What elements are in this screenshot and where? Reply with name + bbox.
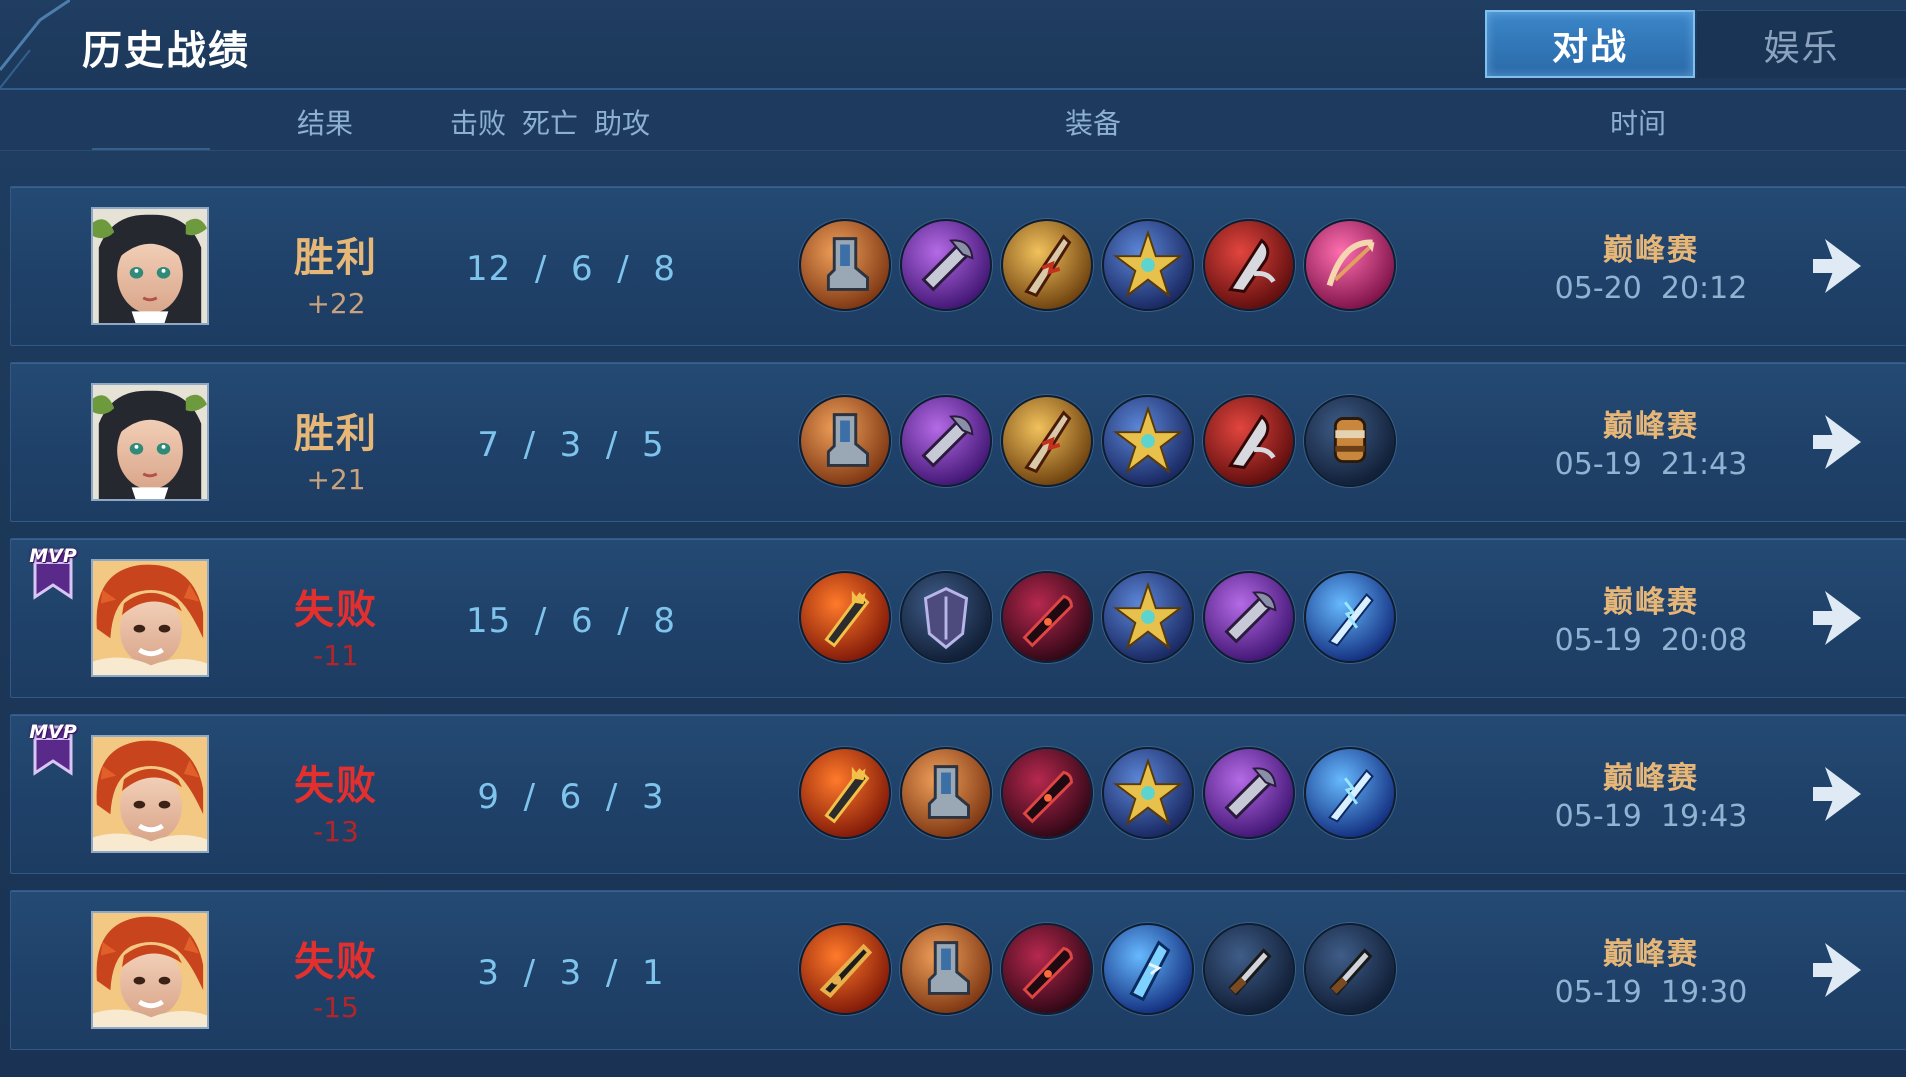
score-change: -13: [313, 815, 359, 848]
gold-star-blade-icon[interactable]: [1102, 219, 1194, 311]
kda-value: 3 / 3 / 1: [477, 953, 665, 993]
game-mode: 巅峰赛: [1603, 761, 1699, 796]
gold-crown-sword-icon[interactable]: [799, 747, 891, 839]
match-time: 05-19 19:43: [1554, 799, 1748, 834]
boots-icon[interactable]: [900, 747, 992, 839]
crimson-blade-icon[interactable]: [1001, 747, 1093, 839]
match-history-screen: 历史战绩 对战 娱乐 结果 击败 死亡 助攻 装备 时间 胜利 +22 12 / 6…: [0, 0, 1906, 1077]
mvp-label: MVP: [29, 721, 77, 743]
kda-value: 7 / 3 / 5: [477, 425, 665, 465]
detail-arrow-icon[interactable]: [1811, 231, 1871, 301]
equipment-list: [799, 747, 1405, 843]
column-header-bar: 结果 击败 死亡 助攻 装备 时间: [0, 90, 1906, 151]
score-change: +22: [306, 287, 366, 320]
kda-value: 12 / 6 / 8: [466, 249, 676, 289]
match-row[interactable]: 失败 -15 3 / 3 / 1 巅峰赛 05-19 19:30: [10, 890, 1906, 1050]
mvp-label: MVP: [29, 545, 77, 567]
column-kill: 击败: [450, 107, 507, 140]
gold-sword-icon[interactable]: [799, 923, 891, 1015]
result-label: 胜利: [294, 411, 378, 457]
match-time: 05-19 20:08: [1554, 623, 1748, 658]
kda-value: 15 / 6 / 8: [466, 601, 676, 641]
top-bar: 历史战绩 对战 娱乐: [0, 0, 1906, 90]
hero-redhair-portrait: [91, 559, 209, 677]
match-row[interactable]: 胜利 +21 7 / 3 / 5 巅峰赛 05-19 21:43: [10, 362, 1906, 522]
crimson-blade-icon[interactable]: [1001, 923, 1093, 1015]
score-change: -11: [313, 639, 359, 672]
corner-ornament-icon: [0, 0, 70, 88]
ice-blade-icon[interactable]: [1102, 923, 1194, 1015]
game-mode: 巅峰赛: [1603, 937, 1699, 972]
hero-redhair-portrait: [91, 735, 209, 853]
score-change: +21: [306, 463, 366, 496]
iron-dagger-icon[interactable]: [1304, 923, 1396, 1015]
match-time: 05-20 20:12: [1554, 271, 1748, 306]
dark-armor-icon[interactable]: [900, 571, 992, 663]
hero-girl-portrait: [91, 383, 209, 501]
match-row[interactable]: MVP 失败 -11 15 / 6 / 8 巅峰赛 05-19 20:08: [10, 538, 1906, 698]
tab-battle[interactable]: 对战: [1485, 10, 1695, 78]
kda-value: 9 / 6 / 3: [477, 777, 665, 817]
column-result: 结果: [297, 107, 354, 140]
tab-entertainment[interactable]: 娱乐: [1697, 10, 1906, 78]
game-mode: 巅峰赛: [1603, 233, 1699, 268]
equipment-list: [799, 219, 1405, 315]
result-label: 失败: [294, 587, 378, 633]
red-claw-icon[interactable]: [1203, 395, 1295, 487]
column-equipment: 装备: [1065, 107, 1122, 140]
gauntlet-icon[interactable]: [1304, 395, 1396, 487]
detail-arrow-icon[interactable]: [1811, 759, 1871, 829]
detail-arrow-icon[interactable]: [1811, 583, 1871, 653]
crimson-blade-icon[interactable]: [1001, 571, 1093, 663]
result-label: 失败: [294, 763, 378, 809]
mvp-badge: MVP: [25, 713, 81, 777]
column-assist: 助攻: [594, 107, 651, 140]
match-row[interactable]: 胜利 +22 12 / 6 / 8 巅峰赛 05-20 20:12: [10, 186, 1906, 346]
purple-axe-icon[interactable]: [900, 395, 992, 487]
equipment-list: [799, 395, 1405, 491]
detail-arrow-icon[interactable]: [1811, 407, 1871, 477]
equipment-list: [799, 923, 1405, 1019]
score-change: -15: [313, 991, 359, 1024]
match-time: 05-19 19:30: [1554, 975, 1748, 1010]
game-mode: 巅峰赛: [1603, 409, 1699, 444]
purple-axe-icon[interactable]: [1203, 571, 1295, 663]
boots-icon[interactable]: [799, 395, 891, 487]
result-label: 失败: [294, 939, 378, 985]
result-label: 胜利: [294, 235, 378, 281]
hero-girl-portrait: [91, 207, 209, 325]
red-claw-icon[interactable]: [1203, 219, 1295, 311]
gold-star-blade-icon[interactable]: [1102, 395, 1194, 487]
boots-icon[interactable]: [799, 219, 891, 311]
page-title: 历史战绩: [82, 28, 250, 74]
scrolled-row-edge: [92, 148, 210, 150]
detail-arrow-icon[interactable]: [1811, 935, 1871, 1005]
match-row[interactable]: MVP 失败 -13 9 / 6 / 3 巅峰赛 05-19 19:43: [10, 714, 1906, 874]
purple-axe-icon[interactable]: [1203, 747, 1295, 839]
column-time: 时间: [1610, 107, 1667, 140]
game-mode: 巅峰赛: [1603, 585, 1699, 620]
flame-blade-icon[interactable]: [1001, 219, 1093, 311]
blue-lightning-icon[interactable]: [1304, 571, 1396, 663]
flame-blade-icon[interactable]: [1001, 395, 1093, 487]
column-death: 死亡: [522, 107, 579, 140]
hero-redhair-portrait: [91, 911, 209, 1029]
pink-bow-icon[interactable]: [1304, 219, 1396, 311]
equipment-list: [799, 571, 1405, 667]
gold-star-blade-icon[interactable]: [1102, 747, 1194, 839]
mvp-badge: MVP: [25, 537, 81, 601]
gold-crown-sword-icon[interactable]: [799, 571, 891, 663]
blue-lightning-icon[interactable]: [1304, 747, 1396, 839]
purple-axe-icon[interactable]: [900, 219, 992, 311]
boots-icon[interactable]: [900, 923, 992, 1015]
iron-dagger-icon[interactable]: [1203, 923, 1295, 1015]
gold-star-blade-icon[interactable]: [1102, 571, 1194, 663]
match-time: 05-19 21:43: [1554, 447, 1748, 482]
